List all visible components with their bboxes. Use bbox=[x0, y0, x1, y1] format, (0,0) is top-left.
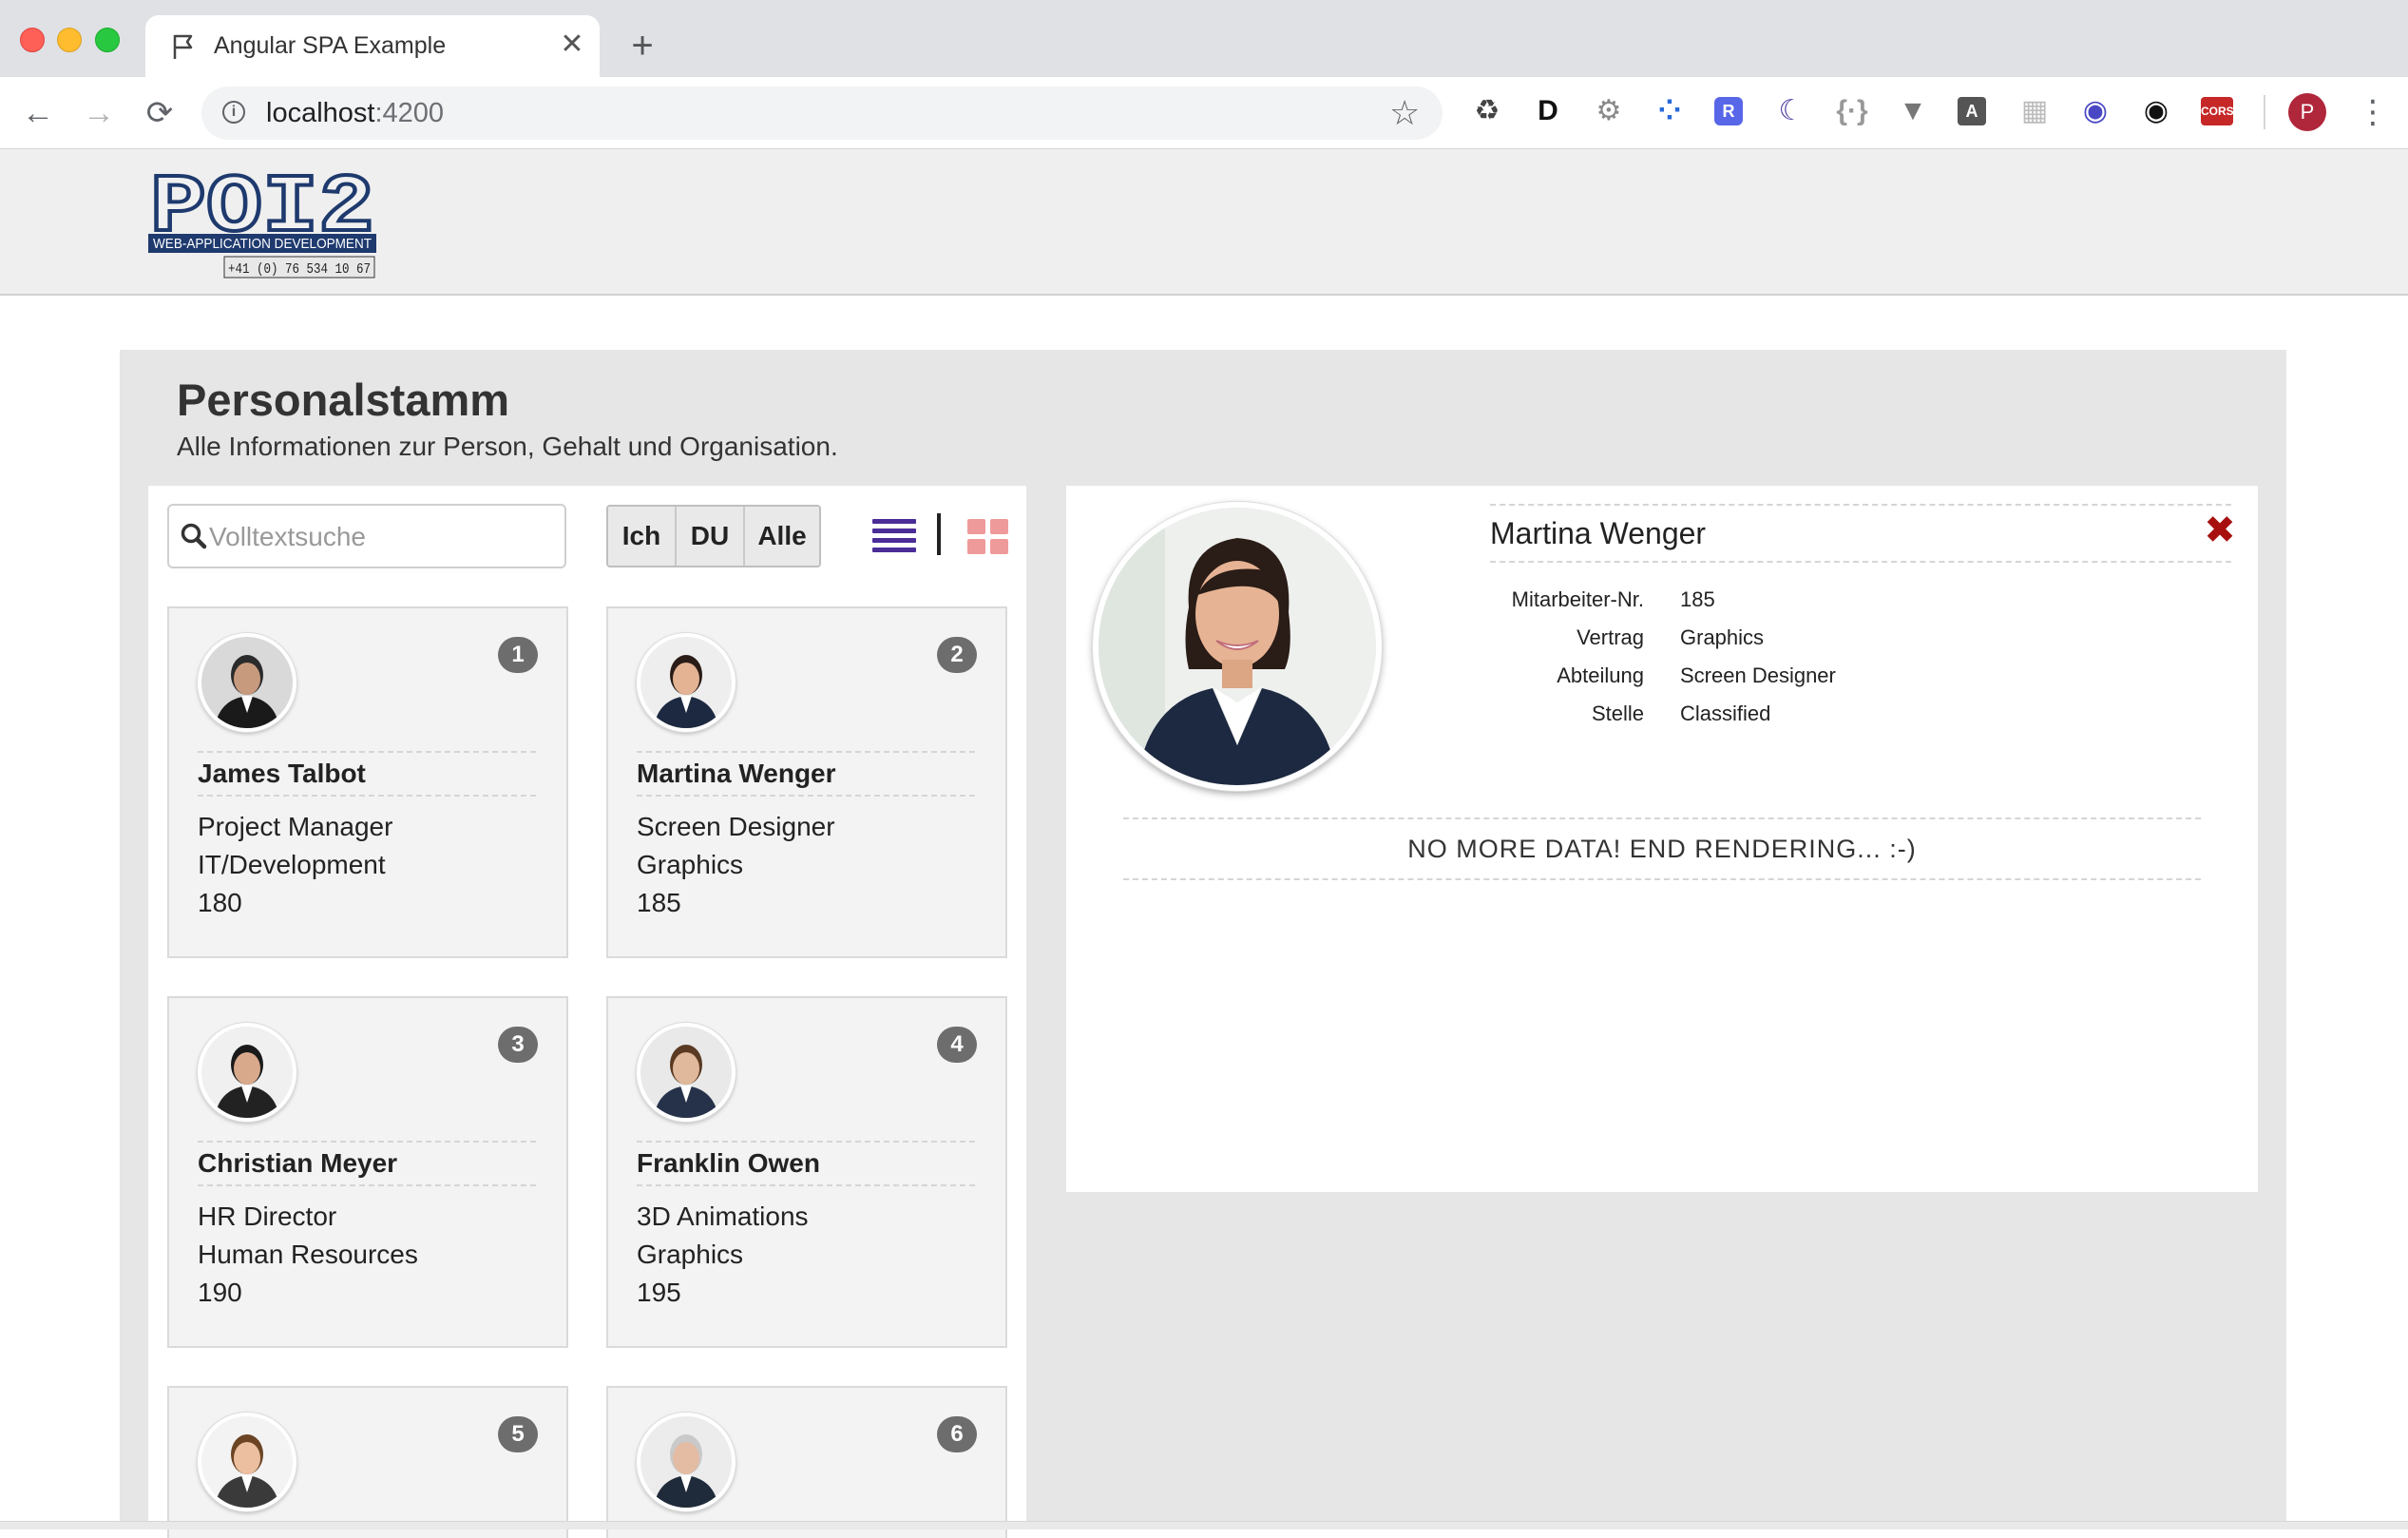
employee-name: Franklin Owen bbox=[637, 1141, 975, 1186]
detail-field-value: Classified bbox=[1680, 702, 1771, 725]
company-logo[interactable]: POI2 WEB-APPLICATION DEVELOPMENT +41 (0)… bbox=[148, 163, 376, 279]
profile-avatar[interactable]: P bbox=[2288, 93, 2326, 131]
vue-extension-icon[interactable]: ▼ bbox=[1897, 95, 1929, 127]
employee-position: Screen Designer bbox=[637, 812, 835, 841]
browser-tab[interactable]: Angular SPA Example ✕ bbox=[145, 15, 600, 77]
employee-department: IT/Development bbox=[198, 850, 386, 879]
employee-card[interactable]: 5 bbox=[167, 1386, 568, 1538]
card-index-badge: 1 bbox=[498, 637, 538, 673]
cors-extension-icon[interactable]: CORS bbox=[2201, 97, 2234, 125]
detail-field-label: Abteilung bbox=[1557, 663, 1644, 687]
avatar bbox=[198, 633, 296, 732]
new-tab-button[interactable]: + bbox=[623, 27, 661, 67]
avatar bbox=[198, 1023, 296, 1122]
window-close-button[interactable] bbox=[20, 28, 45, 52]
employee-card[interactable]: 4 Franklin Owen 3D Animations Graphics 195 bbox=[606, 996, 1007, 1348]
detail-field-label: Vertrag bbox=[1577, 625, 1644, 649]
employee-number: 190 bbox=[198, 1278, 242, 1307]
filter-button-group: Ich DU Alle bbox=[606, 505, 821, 567]
browser-menu-icon[interactable]: ⋮ bbox=[2357, 91, 2389, 133]
employee-number: 185 bbox=[637, 888, 681, 917]
employee-department: Graphics bbox=[637, 1240, 744, 1269]
employee-name: Christian Meyer bbox=[198, 1141, 536, 1186]
employee-card[interactable]: 1 James Talbot Project Manager IT/Developme… bbox=[167, 606, 568, 958]
employee-card[interactable]: 6 bbox=[606, 1386, 1007, 1538]
card-index-badge: 2 bbox=[937, 637, 977, 673]
eye-extension-icon[interactable]: ◉ bbox=[2140, 95, 2172, 127]
page-subtitle: Alle Informationen zur Person, Gehalt un… bbox=[177, 432, 838, 461]
search-field[interactable] bbox=[167, 504, 566, 568]
detail-field-value: 185 bbox=[1680, 587, 1715, 611]
flag-icon bbox=[173, 34, 193, 59]
card-index-badge: 3 bbox=[498, 1027, 538, 1063]
dots-extension-icon[interactable]: ⁘ bbox=[1653, 95, 1686, 127]
employee-number: 180 bbox=[198, 888, 242, 917]
detail-field-label: Mitarbeiter-Nr. bbox=[1511, 587, 1644, 611]
employee-number: 195 bbox=[637, 1278, 681, 1307]
detail-field-value: Graphics bbox=[1680, 625, 1765, 649]
url-text[interactable]: localhost:4200 bbox=[266, 98, 444, 128]
employee-position: HR Director bbox=[198, 1202, 337, 1231]
toolbar-separator bbox=[2264, 95, 2265, 129]
site-info-icon[interactable]: i bbox=[222, 101, 245, 124]
grid-view-icon[interactable] bbox=[967, 519, 1009, 555]
end-rendering-message: NO MORE DATA! END RENDERING... :-) bbox=[1123, 817, 2201, 880]
json-extension-icon[interactable]: {·} bbox=[1836, 95, 1868, 127]
bookmark-star-icon[interactable]: ☆ bbox=[1389, 94, 1420, 132]
d-extension-icon[interactable]: D bbox=[1532, 95, 1564, 127]
avatar bbox=[637, 1413, 736, 1511]
view-toggle-separator bbox=[937, 513, 941, 555]
card-index-badge: 5 bbox=[498, 1416, 538, 1452]
detail-name: Martina Wenger bbox=[1490, 504, 2231, 563]
back-button[interactable]: ← bbox=[17, 92, 59, 134]
employee-name: Martina Wenger bbox=[637, 751, 975, 797]
svg-text:+41 (0) 76 534 10 67: +41 (0) 76 534 10 67 bbox=[228, 261, 371, 278]
page-title: Personalstamm bbox=[177, 375, 510, 425]
svg-text:WEB-APPLICATION DEVELOPMENT: WEB-APPLICATION DEVELOPMENT bbox=[153, 236, 372, 252]
detail-field-value: Screen Designer bbox=[1680, 663, 1836, 687]
reload-button[interactable]: ⟳ bbox=[139, 92, 181, 134]
angular-extension-icon[interactable]: A bbox=[1958, 97, 1986, 125]
employee-card[interactable]: 3 Christian Meyer HR Director Human Resourc… bbox=[167, 996, 568, 1348]
detail-photo bbox=[1093, 502, 1382, 791]
search-icon bbox=[181, 523, 207, 549]
close-icon[interactable]: ✖ bbox=[2203, 511, 2237, 549]
browser-titlebar: Angular SPA Example ✕ + bbox=[0, 0, 2408, 77]
employee-name: James Talbot bbox=[198, 751, 536, 797]
card-index-badge: 4 bbox=[937, 1027, 977, 1063]
recycle-extension-icon[interactable]: ♻ bbox=[1471, 95, 1503, 127]
employee-position: 3D Animations bbox=[637, 1202, 809, 1231]
grid-extension-icon[interactable]: ▦ bbox=[2018, 95, 2051, 127]
filter-alle-button[interactable]: Alle bbox=[745, 507, 819, 566]
avatar bbox=[198, 1413, 296, 1511]
r-extension-icon[interactable]: R bbox=[1714, 97, 1743, 125]
tab-close-icon[interactable]: ✕ bbox=[556, 29, 588, 61]
employee-card[interactable]: 2 Martina Wenger Screen Designer Graphics 18… bbox=[606, 606, 1007, 958]
forward-button[interactable]: → bbox=[78, 92, 120, 134]
tab-title: Angular SPA Example bbox=[214, 32, 447, 59]
gear-extension-icon[interactable]: ⚙ bbox=[1593, 95, 1625, 127]
avatar bbox=[637, 633, 736, 732]
address-bar[interactable]: i localhost:4200 ☆ bbox=[201, 87, 1443, 140]
moon-extension-icon[interactable]: ☾ bbox=[1775, 95, 1807, 127]
filter-ich-button[interactable]: Ich bbox=[608, 507, 677, 566]
avatar bbox=[637, 1023, 736, 1122]
detail-field-label: Stelle bbox=[1591, 702, 1644, 725]
target-extension-icon[interactable]: ◉ bbox=[2079, 95, 2112, 127]
employee-department: Graphics bbox=[637, 850, 744, 879]
window-minimize-button[interactable] bbox=[57, 28, 82, 52]
filter-du-button[interactable]: DU bbox=[677, 507, 745, 566]
employee-department: Human Resources bbox=[198, 1240, 418, 1269]
list-view-icon[interactable] bbox=[872, 519, 916, 555]
window-zoom-button[interactable] bbox=[95, 28, 120, 52]
card-index-badge: 6 bbox=[937, 1416, 977, 1452]
employee-position: Project Manager bbox=[198, 812, 393, 841]
search-input[interactable] bbox=[207, 513, 553, 561]
